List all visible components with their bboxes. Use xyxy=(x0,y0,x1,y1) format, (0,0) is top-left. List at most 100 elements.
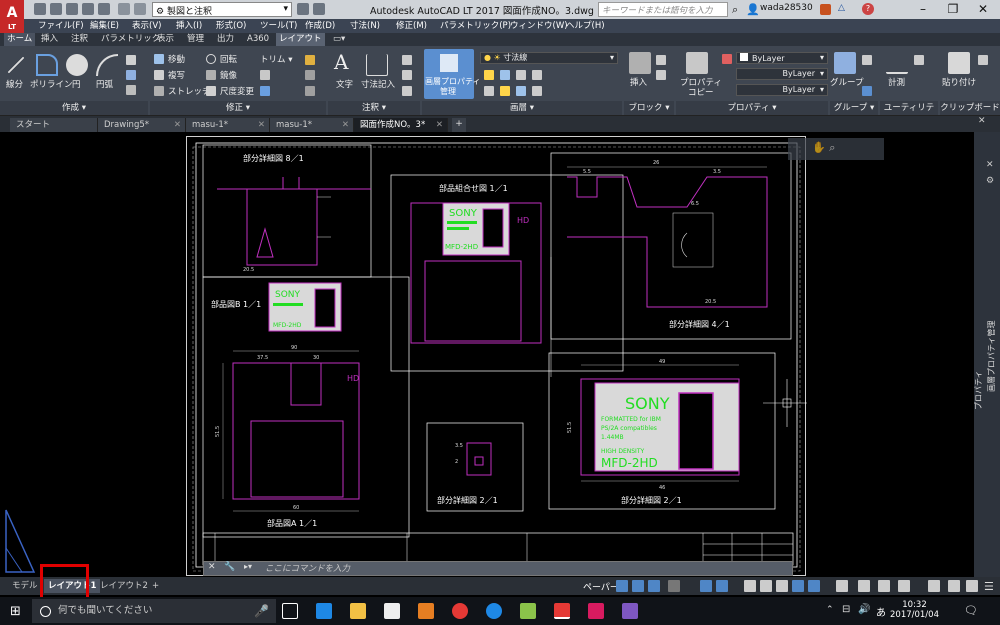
ungroup-icon[interactable] xyxy=(862,55,872,65)
leader-icon[interactable] xyxy=(402,55,412,65)
layers-panel-title[interactable]: 画層 ▾ xyxy=(422,101,622,115)
search-icon[interactable]: ⌕ xyxy=(732,3,738,17)
menu-view[interactable]: 表示(V) xyxy=(132,19,161,33)
menu-insert[interactable]: 挿入(I) xyxy=(176,19,202,33)
groups-panel-title[interactable]: グループ ▾ xyxy=(830,101,878,115)
tab-view[interactable]: 表示 xyxy=(154,33,177,46)
search-input[interactable]: キーワードまたは語句を入力 xyxy=(598,2,728,17)
match-properties-label2[interactable]: コピー xyxy=(688,86,714,98)
circle-button[interactable]: 円 xyxy=(72,78,81,90)
tab-layout[interactable]: レイアウト xyxy=(276,33,325,46)
arc-button[interactable]: 円弧 xyxy=(96,78,113,90)
dimension-button[interactable]: 寸法記入 xyxy=(361,78,395,90)
lineweight-dropdown[interactable]: ByLayer ▾ xyxy=(736,84,828,96)
clipboard-panel-title[interactable]: クリップボード ▾ xyxy=(940,101,1000,127)
group-button[interactable]: グループ xyxy=(830,76,864,88)
isolate-objects-icon[interactable] xyxy=(948,580,960,592)
measure-button[interactable]: 計測 xyxy=(888,76,905,88)
linetype-dropdown[interactable]: ByLayer ▾ xyxy=(736,68,828,80)
offset-icon[interactable] xyxy=(305,86,315,96)
close-icon[interactable]: ✕ xyxy=(342,118,349,132)
app-menu-button[interactable]: A LT xyxy=(0,0,24,33)
osnap-icon[interactable] xyxy=(700,580,712,592)
snap-icon[interactable] xyxy=(632,580,644,592)
layer-isolate-icon[interactable] xyxy=(500,86,510,96)
notification-icon[interactable]: 🗨 xyxy=(964,604,978,617)
tab-home[interactable]: ホーム xyxy=(4,33,36,46)
properties-panel-title[interactable]: プロパティ ▾ xyxy=(676,101,828,115)
menu-edit[interactable]: 編集(E) xyxy=(90,19,119,33)
user-name[interactable]: wada28530 xyxy=(760,3,813,13)
menu-file[interactable]: ファイル(F) xyxy=(38,19,84,33)
minimize-icon[interactable]: – xyxy=(908,0,938,19)
close-icon[interactable]: ✕ xyxy=(208,562,216,572)
windows-start-icon[interactable]: ⊞ xyxy=(10,604,21,619)
copy-clip-icon[interactable] xyxy=(978,55,988,65)
menu-parametric[interactable]: パラメトリック(P) xyxy=(440,19,511,33)
plot-icon[interactable] xyxy=(98,3,110,15)
scale-button[interactable]: 尺度変更 xyxy=(220,85,254,97)
hatch-icon[interactable] xyxy=(126,70,136,80)
paper-space-toggle[interactable]: ペーパー xyxy=(583,580,619,593)
autocad-taskbar-icon[interactable] xyxy=(554,603,570,619)
transparency-icon[interactable] xyxy=(760,580,772,592)
tab-insert[interactable]: 挿入 xyxy=(38,33,61,46)
file-explorer-icon[interactable] xyxy=(350,603,366,619)
doc-tab-active[interactable]: 図面作成NO。3* ✕ xyxy=(354,118,448,132)
layout-sheet[interactable]: 部分詳細図 8／1 20.5 部品組合せ図 1／1 SONY MFD-2HD H… xyxy=(186,136,813,576)
circle-icon[interactable] xyxy=(66,54,88,76)
properties-palette-tab[interactable]: プロパティ xyxy=(973,370,984,410)
tab-output[interactable]: 出力 xyxy=(214,33,237,46)
doc-tab-masu1-b[interactable]: masu-1* ✕ xyxy=(270,118,354,132)
paint-icon[interactable] xyxy=(520,603,536,619)
insert-block-button[interactable]: 挿入 xyxy=(630,76,647,88)
menu-tools[interactable]: ツール(T) xyxy=(260,19,297,33)
layer-dropdown[interactable]: ● ☀ 寸法線 ▾ xyxy=(480,52,618,64)
menu-window[interactable]: ウィンドウ(W) xyxy=(510,19,568,33)
close-icon[interactable]: ✕ xyxy=(986,160,994,170)
network-icon[interactable]: ⊟ xyxy=(842,604,850,615)
ime-indicator[interactable]: あ xyxy=(876,604,886,619)
app-hb-icon[interactable] xyxy=(588,603,604,619)
store-icon[interactable] xyxy=(384,603,400,619)
layer-icon[interactable] xyxy=(313,3,325,15)
layout-tab-model[interactable]: モデル xyxy=(8,579,42,593)
annotation-panel-title[interactable]: 注釈 ▾ xyxy=(328,101,420,115)
grid-icon[interactable] xyxy=(616,580,628,592)
menu-help[interactable]: ヘルプ(H) xyxy=(566,19,605,33)
microphone-icon[interactable]: 🎤 xyxy=(254,604,269,618)
menu-format[interactable]: 形式(O) xyxy=(216,19,246,33)
taskbar-search-input[interactable]: 何でも聞いてください xyxy=(32,599,276,623)
wrench-icon[interactable]: 🔧 xyxy=(224,562,235,572)
workspace-switch-icon[interactable] xyxy=(836,580,848,592)
volume-icon[interactable]: 🔊 xyxy=(858,604,870,615)
menu-modify[interactable]: 修正(M) xyxy=(396,19,427,33)
layer-unisolate-icon[interactable] xyxy=(532,86,542,96)
quick-properties-icon[interactable] xyxy=(898,580,910,592)
layer-walk-icon[interactable] xyxy=(516,86,526,96)
explode-icon[interactable] xyxy=(305,70,315,80)
save-icon[interactable] xyxy=(66,3,78,15)
task-view-icon[interactable] xyxy=(282,603,298,619)
chevron-up-icon[interactable]: ⌃ xyxy=(826,605,834,615)
chrome-icon[interactable] xyxy=(452,603,468,619)
doc-tab-drawing5[interactable]: Drawing5* ✕ xyxy=(98,118,186,132)
tab-a360[interactable]: A360 xyxy=(244,33,272,46)
close-icon[interactable]: ✕ xyxy=(258,118,265,132)
line-button[interactable]: 線分 xyxy=(6,78,23,90)
add-layout-button[interactable]: + xyxy=(148,579,163,593)
selection-cycling-icon[interactable] xyxy=(776,580,788,592)
new-icon[interactable] xyxy=(34,3,46,15)
share-icon[interactable] xyxy=(297,3,309,15)
annotation-scale-icon[interactable] xyxy=(792,580,804,592)
quick-select-icon[interactable] xyxy=(914,55,924,65)
media-player-icon[interactable] xyxy=(418,603,434,619)
paste-button[interactable]: 貼り付け xyxy=(942,76,976,88)
undo-icon[interactable] xyxy=(118,3,130,15)
zoom-icon[interactable]: ⌕ xyxy=(829,141,835,154)
edge-icon[interactable] xyxy=(316,603,332,619)
redo-icon[interactable] xyxy=(134,3,146,15)
stretch-button[interactable]: ストレッチ xyxy=(168,85,211,97)
pan-icon[interactable]: ✋ xyxy=(812,141,826,154)
tab-more-icon[interactable]: ▭▾ xyxy=(330,33,348,46)
